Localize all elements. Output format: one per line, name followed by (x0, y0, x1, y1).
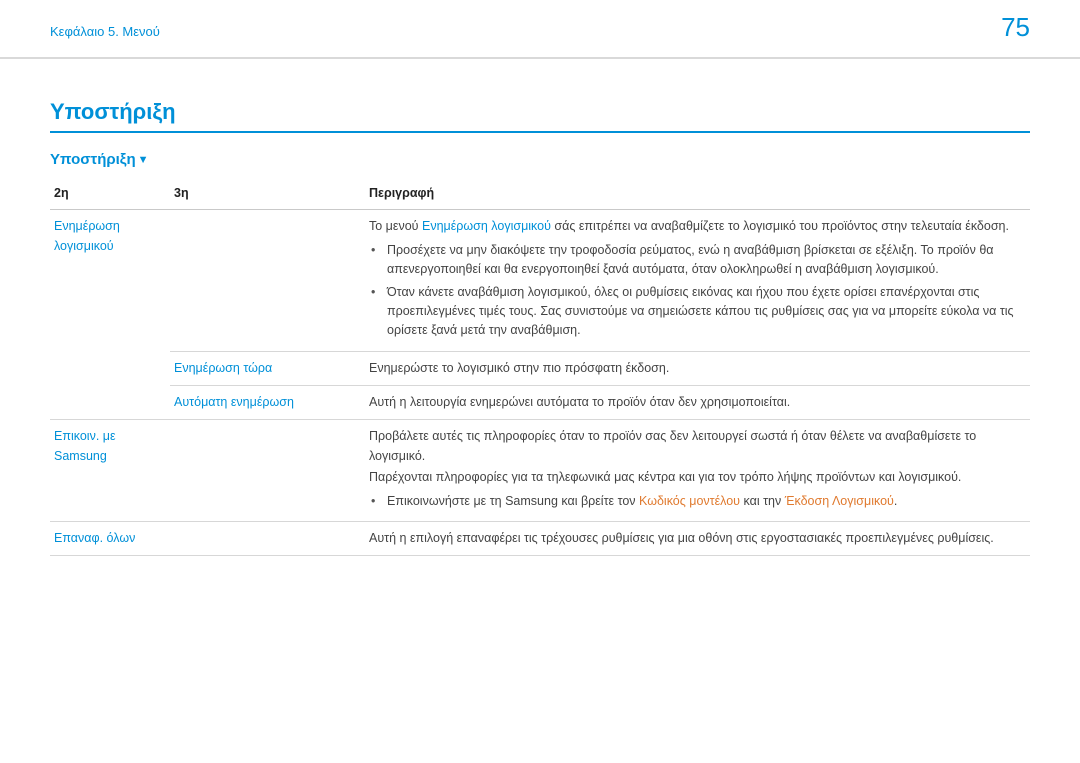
content-area: Υποστήριξη Υποστήριξη▼ 2η 3η Περιγραφή Ε… (0, 59, 1080, 556)
chevron-down-icon: ▼ (138, 154, 149, 166)
contact-b-post: . (894, 494, 897, 508)
contact-b-pre: Επικοινωνήστε με τη Samsung και βρείτε τ… (387, 494, 639, 508)
sw-update-bullets: Προσέχετε να μην διακόψετε την τροφοδοσί… (369, 241, 1026, 341)
intro-pre: Το μενού (369, 219, 422, 233)
table-header-row: 2η 3η Περιγραφή (50, 178, 1030, 210)
contact-bullet: Επικοινωνήστε με τη Samsung και βρείτε τ… (383, 492, 1026, 511)
contact-p2: Παρέχονται πληροφορίες για τα τηλεφωνικά… (369, 468, 1026, 487)
support-table: 2η 3η Περιγραφή Ενημέρωση λογισμικού Το … (50, 178, 1030, 556)
cell-auto-update-desc: Αυτή η λειτουργία ενημερώνει αυτόματα το… (365, 386, 1030, 420)
col-header-desc: Περιγραφή (365, 178, 1030, 210)
cell-empty (170, 420, 365, 522)
cell-contact-label: Επικοιν. με Samsung (50, 420, 170, 522)
row-contact-samsung: Επικοιν. με Samsung Προβάλετε αυτές τις … (50, 420, 1030, 522)
cell-empty (50, 351, 170, 385)
contact-p1: Προβάλετε αυτές τις πληροφορίες όταν το … (369, 427, 1026, 466)
cell-sw-update-desc: Το μενού Ενημέρωση λογισμικού σάς επιτρέ… (365, 210, 1030, 351)
sub-title: Υποστήριξη▼ (50, 151, 1030, 168)
row-reset-all: Επαναφ. όλων Αυτή η επιλογή επαναφέρει τ… (50, 521, 1030, 555)
main-title: Υποστήριξη (50, 99, 1030, 133)
bullet-2: Όταν κάνετε αναβάθμιση λογισμικού, όλες … (383, 283, 1026, 341)
cell-auto-update-label: Αυτόματη ενημέρωση (170, 386, 365, 420)
cell-reset-label: Επαναφ. όλων (50, 521, 170, 555)
cell-sw-update-label: Ενημέρωση λογισμικού (50, 210, 170, 351)
contact-model-code: Κωδικός μοντέλου (639, 494, 740, 508)
row-software-update: Ενημέρωση λογισμικού Το μενού Ενημέρωση … (50, 210, 1030, 351)
bullet-1: Προσέχετε να μην διακόψετε την τροφοδοσί… (383, 241, 1026, 280)
contact-sw-version: Έκδοση Λογισμικού (785, 494, 894, 508)
intro-post: σάς επιτρέπει να αναβαθμίζετε το λογισμι… (551, 219, 1009, 233)
intro-link: Ενημέρωση λογισμικού (422, 219, 551, 233)
sw-update-intro: Το μενού Ενημέρωση λογισμικού σάς επιτρέ… (369, 217, 1026, 236)
cell-empty (170, 521, 365, 555)
row-update-now: Ενημέρωση τώρα Ενημερώστε το λογισμικό σ… (50, 351, 1030, 385)
cell-update-now-label: Ενημέρωση τώρα (170, 351, 365, 385)
col-header-2: 2η (50, 178, 170, 210)
sub-title-text: Υποστήριξη (50, 151, 136, 168)
col-header-3: 3η (170, 178, 365, 210)
cell-reset-desc: Αυτή η επιλογή επαναφέρει τις τρέχουσες … (365, 521, 1030, 555)
row-auto-update: Αυτόματη ενημέρωση Αυτή η λειτουργία ενη… (50, 386, 1030, 420)
page-header: Κεφάλαιο 5. Μενού 75 (0, 0, 1080, 59)
cell-update-now-desc: Ενημερώστε το λογισμικό στην πιο πρόσφατ… (365, 351, 1030, 385)
chapter-label: Κεφάλαιο 5. Μενού (50, 24, 160, 39)
contact-bullets: Επικοινωνήστε με τη Samsung και βρείτε τ… (369, 492, 1026, 511)
page-number: 75 (1001, 12, 1030, 43)
cell-empty (170, 210, 365, 351)
cell-empty (50, 386, 170, 420)
contact-b-mid: και την (740, 494, 785, 508)
cell-contact-desc: Προβάλετε αυτές τις πληροφορίες όταν το … (365, 420, 1030, 522)
